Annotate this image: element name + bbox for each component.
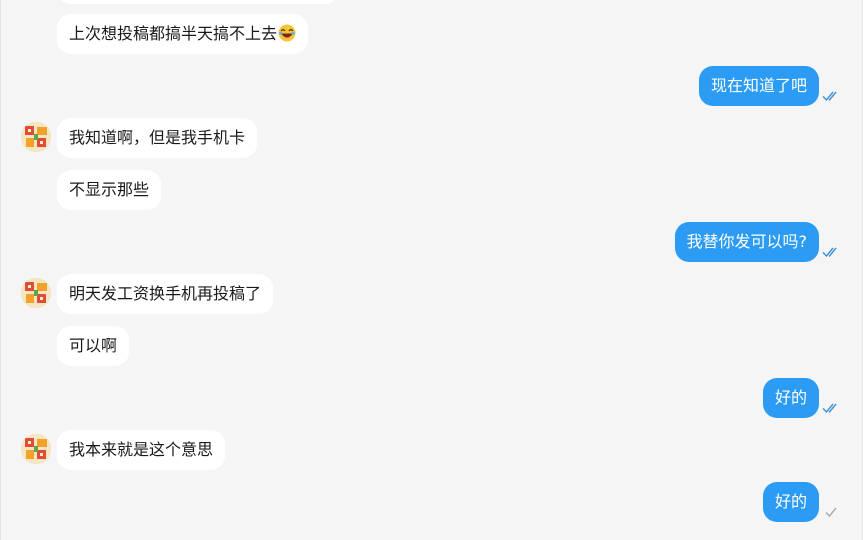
message-bubble-incoming[interactable]: 我本来就是这个意思 [57,430,226,470]
message-text: 明天发工资换手机再投稿了 [69,284,262,303]
message-bubble-outgoing[interactable]: 我替你发可以吗? [674,222,819,262]
message-bubble-incoming[interactable]: 我知道啊，但是我手机卡 [57,118,258,158]
message-bubble-incoming[interactable]: 可以啊 [57,326,130,366]
message-text: 我本来就是这个意思 [69,440,214,459]
message-bubble-outgoing[interactable]: 好的 [762,482,819,522]
message-text: 现在知道了吧 [710,76,807,95]
message-bubble-incoming[interactable]: 明天发工资换手机再投稿了 [57,274,274,314]
message-text: 上次想投稿都搞半天搞不上去 [69,24,278,43]
message-bubble-incoming[interactable]: 不显示那些 [57,170,162,210]
contact-avatar[interactable] [21,278,51,308]
double-check-read-icon [822,91,837,102]
message-text: 可以啊 [69,336,118,355]
single-check-sent-icon [825,507,837,518]
contact-avatar[interactable] [21,122,51,152]
message-text: 不显示那些 [69,180,150,199]
chat-panel: 上次想投稿都搞半天搞不上去 现在知道了吧 我知道啊，但是我手机卡 不显示那些 我… [0,0,863,540]
contact-avatar[interactable] [21,434,51,464]
previous-message-bubble[interactable] [57,0,339,4]
message-text: 我知道啊，但是我手机卡 [69,128,246,147]
double-check-read-icon [822,403,837,414]
message-bubble-outgoing[interactable]: 好的 [762,378,819,418]
message-bubble-incoming[interactable]: 上次想投稿都搞半天搞不上去 [57,14,309,54]
laughing-face-icon [278,17,296,42]
message-text: 好的 [774,492,807,511]
message-text: 好的 [774,388,807,407]
double-check-read-icon [822,247,837,258]
message-bubble-outgoing[interactable]: 现在知道了吧 [698,66,819,106]
message-text: 我替你发可以吗? [686,232,808,251]
